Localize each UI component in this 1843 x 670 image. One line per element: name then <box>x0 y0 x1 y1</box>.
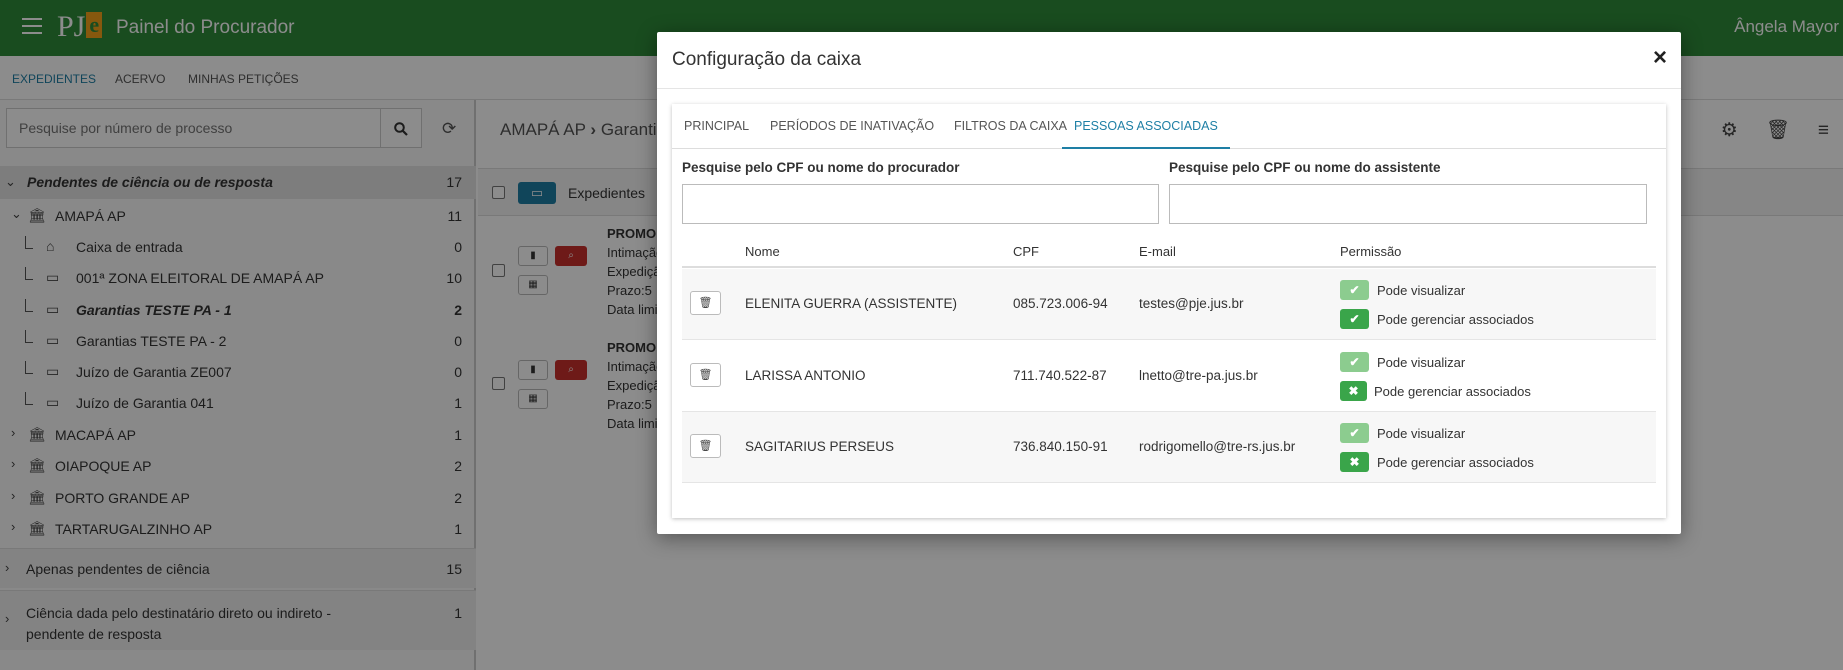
procurador-search-input[interactable] <box>682 184 1159 224</box>
assistente-search-input[interactable] <box>1169 184 1647 224</box>
check-icon: ✔ <box>1340 423 1369 443</box>
close-icon: ✖ <box>1340 452 1369 472</box>
trash-icon: 🗑 <box>698 440 713 452</box>
modal-title: Configuração da caixa <box>672 49 862 70</box>
table-header: Nome CPF E-mail Permissão <box>682 234 1656 268</box>
table-row: 🗑 SAGITARIUS PERSEUS 736.840.150-91 rodr… <box>682 412 1656 483</box>
close-icon: ✖ <box>1340 381 1367 401</box>
assistente-search-label: Pesquise pelo CPF ou nome do assistente <box>1169 160 1441 175</box>
delete-associate-button[interactable]: 🗑 <box>690 434 721 458</box>
check-icon: ✔ <box>1340 352 1369 372</box>
modal-header: Configuração da caixa × <box>657 32 1681 89</box>
close-icon[interactable]: × <box>1653 44 1667 72</box>
tab-pessoas-associadas[interactable]: PESSOAS ASSOCIADAS <box>1062 104 1230 149</box>
trash-icon: 🗑 <box>698 297 713 309</box>
check-icon: ✔ <box>1340 309 1369 329</box>
delete-associate-button[interactable]: 🗑 <box>690 363 721 387</box>
table-row: 🗑 ELENITA GUERRA (ASSISTENTE) 085.723.00… <box>682 269 1656 340</box>
tab-bar: PRINCIPAL PERÍODOS DE INATIVAÇÃO FILTROS… <box>672 104 1666 149</box>
table-row: 🗑 LARISSA ANTONIO 711.740.522-87 lnetto@… <box>682 341 1656 412</box>
procurador-search-label: Pesquise pelo CPF ou nome do procurador <box>682 160 960 175</box>
tab-periodos-inativacao[interactable]: PERÍODOS DE INATIVAÇÃO <box>758 104 946 149</box>
trash-icon: 🗑 <box>698 369 713 381</box>
modal-card: PRINCIPAL PERÍODOS DE INATIVAÇÃO FILTROS… <box>672 104 1666 518</box>
tab-principal[interactable]: PRINCIPAL <box>672 104 761 149</box>
tab-filtros-caixa[interactable]: FILTROS DA CAIXA <box>942 104 1079 149</box>
delete-associate-button[interactable]: 🗑 <box>690 291 721 315</box>
config-modal: Configuração da caixa × PRINCIPAL PERÍOD… <box>657 32 1681 534</box>
check-icon: ✔ <box>1340 280 1369 300</box>
